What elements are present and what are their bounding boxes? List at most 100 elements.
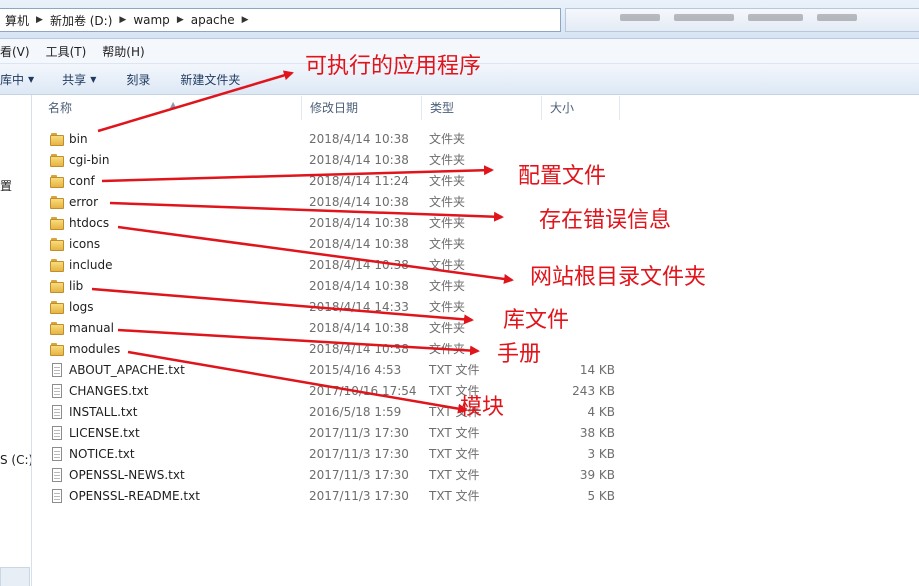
file-date: 2017/10/16 17:54 — [309, 384, 417, 398]
chevron-right-icon[interactable]: ▶ — [117, 15, 128, 25]
include-in-library-button[interactable]: 库中 ▼ — [0, 71, 44, 88]
file-row[interactable]: INSTALL.txt 2016/5/18 1:59 TXT 文件 4 KB — [45, 402, 645, 423]
file-size: 4 KB — [587, 405, 615, 419]
chevron-right-icon[interactable]: ▶ — [240, 15, 251, 25]
file-date: 2018/4/14 10:38 — [309, 132, 409, 146]
file-name: bin — [69, 132, 88, 146]
file-date: 2018/4/14 11:24 — [309, 174, 409, 188]
chevron-right-icon[interactable]: ▶ — [175, 15, 186, 25]
file-type: 文件夹 — [429, 279, 466, 293]
breadcrumb-apache[interactable]: apache — [186, 13, 240, 27]
file-size: 243 KB — [572, 384, 615, 398]
dropdown-arrow-icon: ▼ — [28, 74, 35, 84]
annotation-bin: 可执行的应用程序 — [305, 54, 482, 79]
chevron-right-icon[interactable]: ▶ — [34, 15, 45, 25]
file-row[interactable]: ABOUT_APACHE.txt 2015/4/16 4:53 TXT 文件 14 K… — [45, 360, 645, 381]
file-name: OPENSSL-README.txt — [69, 489, 200, 503]
file-size: 5 KB — [587, 489, 615, 503]
file-date: 2016/5/18 1:59 — [309, 405, 402, 419]
file-name: lib — [69, 279, 84, 293]
file-name: logs — [69, 300, 94, 314]
text-file-icon — [50, 447, 64, 462]
file-row[interactable]: bin 2018/4/14 10:38 文件夹 — [45, 129, 645, 150]
file-date: 2018/4/14 10:38 — [309, 195, 409, 209]
file-type: TXT 文件 — [429, 363, 480, 377]
file-row[interactable]: LICENSE.txt 2017/11/3 17:30 TXT 文件 38 KB — [45, 423, 645, 444]
annotation-htdocs: 网站根目录文件夹 — [530, 265, 707, 290]
annotation-manual: 手册 — [497, 342, 542, 367]
column-header-date[interactable]: 修改日期 — [302, 96, 422, 120]
file-name: htdocs — [69, 216, 110, 230]
address-bar-area: 算机 ▶ 新加卷 (D:) ▶ wamp ▶ apache ▶ — [0, 0, 919, 39]
folder-icon — [50, 279, 64, 294]
text-file-icon — [50, 405, 64, 420]
annotation-lib: 库文件 — [503, 308, 570, 333]
file-name: include — [69, 258, 113, 272]
file-date: 2018/4/14 10:38 — [309, 321, 409, 335]
breadcrumb-wamp[interactable]: wamp — [128, 13, 174, 27]
file-type: 文件夹 — [429, 195, 466, 209]
folder-icon — [50, 216, 64, 231]
menu-help[interactable]: 帮助(H) — [94, 43, 152, 60]
sort-ascending-icon: ▲ — [170, 100, 177, 109]
file-name: NOTICE.txt — [69, 447, 135, 461]
file-row[interactable]: OPENSSL-NEWS.txt 2017/11/3 17:30 TXT 文件 39 … — [45, 465, 645, 486]
file-date: 2017/11/3 17:30 — [309, 447, 409, 461]
text-file-icon — [50, 468, 64, 483]
address-bar[interactable]: 算机 ▶ 新加卷 (D:) ▶ wamp ▶ apache ▶ — [0, 8, 561, 32]
menu-view[interactable]: 看(V) — [0, 43, 38, 60]
column-header-name-label: 名称 — [48, 101, 73, 115]
column-header-size[interactable]: 大小 — [542, 96, 620, 120]
new-folder-button[interactable]: 新建文件夹 — [160, 71, 250, 88]
file-date: 2017/11/3 17:30 — [309, 426, 409, 440]
file-row[interactable]: NOTICE.txt 2017/11/3 17:30 TXT 文件 3 KB — [45, 444, 645, 465]
file-type: TXT 文件 — [429, 468, 480, 482]
navigation-pane[interactable]: 置 S (C:) — [0, 95, 32, 586]
column-headers: 名称 ▲ 修改日期 类型 大小 — [40, 96, 620, 120]
folder-icon — [50, 300, 64, 315]
menu-tools[interactable]: 工具(T) — [38, 43, 95, 60]
file-size: 38 KB — [579, 426, 615, 440]
file-name: ABOUT_APACHE.txt — [69, 363, 185, 377]
breadcrumb-drive[interactable]: 新加卷 (D:) — [45, 12, 117, 29]
breadcrumb-computer[interactable]: 算机 — [0, 12, 34, 29]
file-type: 文件夹 — [429, 132, 466, 146]
file-date: 2015/4/16 4:53 — [309, 363, 402, 377]
column-header-type[interactable]: 类型 — [422, 96, 542, 120]
file-date: 2018/4/14 10:38 — [309, 153, 409, 167]
file-type: 文件夹 — [429, 237, 466, 251]
file-name: INSTALL.txt — [69, 405, 138, 419]
nav-item-selected[interactable] — [0, 567, 30, 586]
nav-item-drive-c[interactable]: S (C:) — [0, 453, 31, 467]
file-name: OPENSSL-NEWS.txt — [69, 468, 185, 482]
file-row[interactable]: modules 2018/4/14 10:38 文件夹 — [45, 339, 645, 360]
file-row[interactable]: icons 2018/4/14 10:38 文件夹 — [45, 234, 645, 255]
folder-icon — [50, 258, 64, 273]
burn-button[interactable]: 刻录 — [106, 71, 160, 88]
share-label: 共享 — [62, 72, 87, 87]
file-date: 2018/4/14 10:38 — [309, 279, 409, 293]
file-row[interactable]: OPENSSL-README.txt 2017/11/3 17:30 TXT 文件 5… — [45, 486, 645, 507]
file-type: TXT 文件 — [429, 489, 480, 503]
file-type: TXT 文件 — [429, 426, 480, 440]
file-name: manual — [69, 321, 114, 335]
file-type: 文件夹 — [429, 321, 466, 335]
folder-icon — [50, 342, 64, 357]
text-file-icon — [50, 384, 64, 399]
file-row[interactable]: CHANGES.txt 2017/10/16 17:54 TXT 文件 243 KB — [45, 381, 645, 402]
file-date: 2018/4/14 10:38 — [309, 342, 409, 356]
file-name: cgi-bin — [69, 153, 110, 167]
annotation-error: 存在错误信息 — [539, 208, 672, 233]
text-file-icon — [50, 363, 64, 378]
folder-icon — [50, 321, 64, 336]
file-date: 2018/4/14 14:33 — [309, 300, 409, 314]
folder-icon — [50, 174, 64, 189]
text-file-icon — [50, 426, 64, 441]
file-name: modules — [69, 342, 121, 356]
file-size: 3 KB — [587, 447, 615, 461]
column-header-name[interactable]: 名称 ▲ — [40, 96, 302, 120]
file-date: 2018/4/14 10:38 — [309, 216, 409, 230]
file-date: 2018/4/14 10:38 — [309, 258, 409, 272]
nav-item-partial[interactable]: 置 — [0, 177, 12, 194]
share-button[interactable]: 共享 ▼ — [44, 71, 106, 88]
